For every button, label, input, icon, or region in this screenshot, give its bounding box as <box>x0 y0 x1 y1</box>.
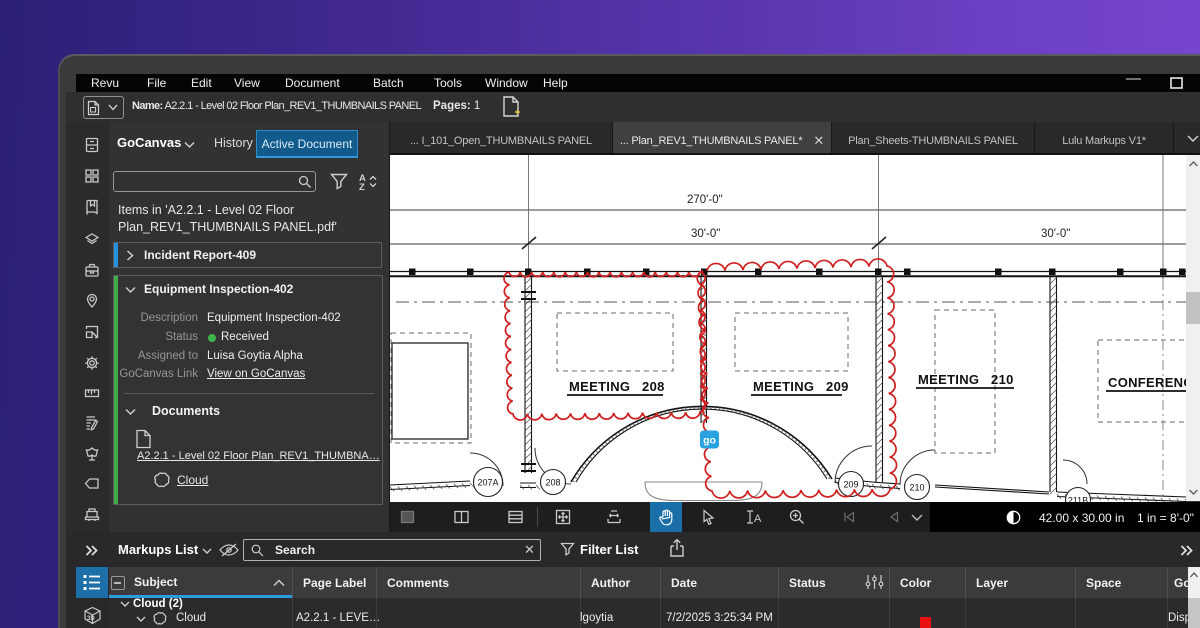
svg-text:208: 208 <box>545 478 560 488</box>
svg-text:30'-0": 30'-0" <box>691 228 720 240</box>
svg-text:CONFERENC: CONFERENC <box>1108 375 1186 390</box>
svg-text:MEETING 209: MEETING 209 <box>753 379 849 394</box>
svg-text:209: 209 <box>843 480 858 490</box>
svg-text:MEETING 210: MEETING 210 <box>918 372 1014 387</box>
svg-text:Z: Z <box>359 182 365 191</box>
svg-text:30'-0": 30'-0" <box>1041 228 1070 240</box>
svg-text:A: A <box>754 513 762 525</box>
svg-text:210: 210 <box>909 483 924 493</box>
svg-text:270'-0": 270'-0" <box>687 194 723 206</box>
svg-text:go: go <box>703 435 716 447</box>
svg-text:MEETING 208: MEETING 208 <box>569 379 665 394</box>
svg-text:3D: 3D <box>87 616 95 622</box>
svg-text:207A: 207A <box>477 478 498 488</box>
